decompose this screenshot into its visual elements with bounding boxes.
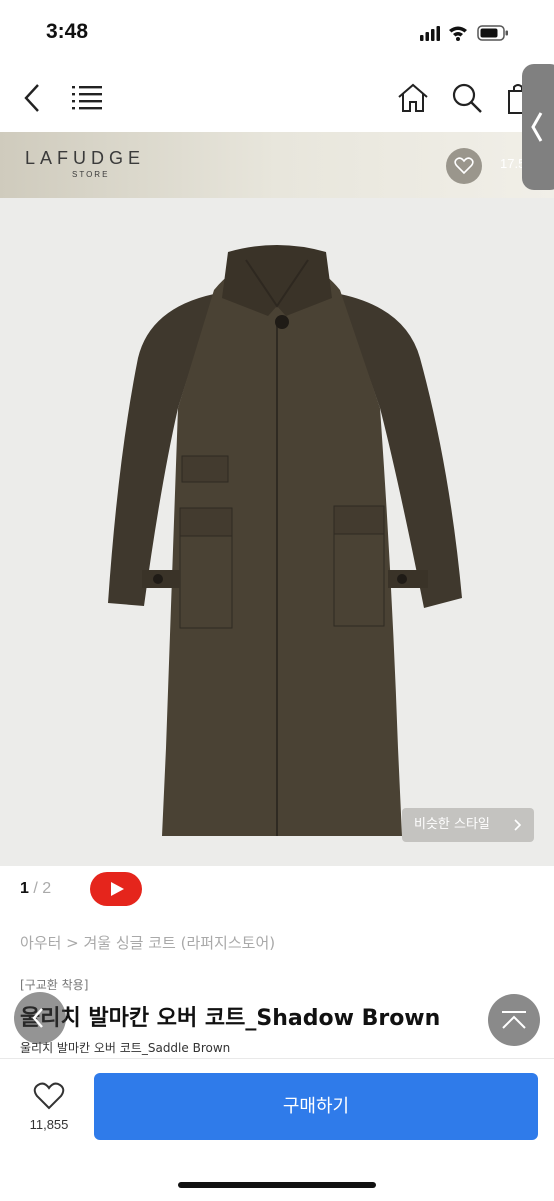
chevron-right-icon: [514, 819, 522, 831]
coat-image: [108, 245, 462, 836]
product-tag: [구교환 착용]: [20, 978, 89, 992]
status-time: 3:48: [46, 20, 89, 43]
video-button[interactable]: [90, 872, 142, 906]
heart-icon[interactable]: [33, 1082, 65, 1110]
chevron-left-icon: [531, 112, 543, 142]
brand-like-button[interactable]: [446, 148, 482, 184]
heart-icon: [454, 157, 474, 175]
floating-back-button[interactable]: [14, 992, 66, 1044]
product-image[interactable]: [0, 198, 554, 866]
play-icon: [111, 882, 124, 896]
home-indicator[interactable]: [178, 1182, 376, 1188]
chevron-up-icon: [502, 1011, 526, 1029]
buy-button[interactable]: 구매하기: [94, 1073, 538, 1140]
back-icon[interactable]: [22, 82, 42, 114]
brand-sub: STORE: [72, 170, 110, 179]
side-panel-handle[interactable]: [522, 64, 554, 190]
product-title: 울리치 발마칸 오버 코트_Shadow Brown: [20, 1006, 441, 1031]
top-nav: [0, 64, 554, 132]
brand-name[interactable]: LAFUDGE: [25, 148, 145, 169]
status-bar: 3:48: [0, 0, 554, 64]
chevron-left-icon: [32, 1008, 43, 1028]
similar-style-button[interactable]: 비슷한 스타일: [402, 808, 534, 842]
similar-style-label: 비슷한 스타일: [414, 817, 490, 832]
search-icon[interactable]: [451, 82, 483, 114]
wish-count: 11,855: [29, 1117, 69, 1132]
product-subtitle: 울리치 발마칸 오버 코트_Saddle Brown: [20, 1041, 231, 1055]
image-pager: 1 / 2: [20, 880, 51, 898]
status-icons: [420, 25, 508, 41]
breadcrumb[interactable]: 아우터 > 겨울 싱글 코트 (라퍼지스토어): [20, 932, 275, 953]
menu-icon[interactable]: [72, 84, 102, 110]
home-icon[interactable]: [397, 82, 429, 114]
scroll-top-button[interactable]: [488, 994, 540, 1046]
pager-current: 1: [20, 880, 29, 897]
pager-total: / 2: [33, 880, 52, 897]
